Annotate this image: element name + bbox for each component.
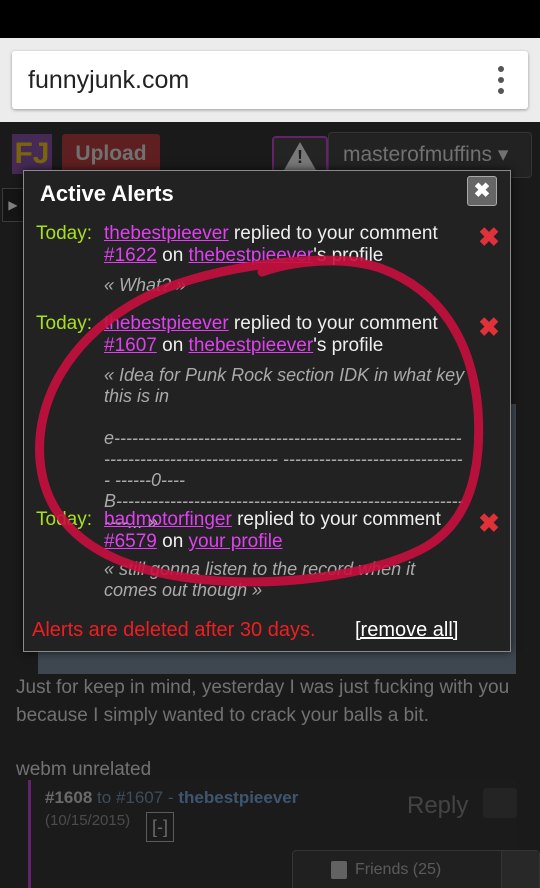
close-icon[interactable]: ✖ <box>467 176 497 206</box>
comment-id[interactable]: #1608 <box>45 788 92 807</box>
alerts-title: Active Alerts <box>40 181 174 206</box>
chevron-down-icon[interactable] <box>501 851 539 888</box>
alert-item: Today: thebestpieever replied to your co… <box>36 223 506 295</box>
comment-text: Just for keep in mind, yesterday I was j… <box>16 677 510 726</box>
browser-toolbar: funnyjunk.com <box>0 38 540 122</box>
sidebar-toggle-icon[interactable]: ▶ <box>2 188 24 222</box>
reply-button[interactable]: Reply <box>407 792 468 820</box>
url-text: funnyjunk.com <box>28 66 190 94</box>
collapse-button[interactable]: [-] <box>146 812 174 842</box>
friends-bar[interactable]: Friends (25) <box>292 850 540 888</box>
upload-button[interactable]: Upload <box>62 134 160 174</box>
alert-target-link[interactable]: thebestpieever <box>189 335 314 356</box>
comment-menu-icon[interactable] <box>483 788 517 818</box>
friends-icon <box>331 861 347 879</box>
delete-alert-icon[interactable]: ✖ <box>476 224 502 251</box>
alert-quote: « What? » <box>104 275 187 295</box>
alert-day: Today: <box>36 509 92 530</box>
status-bar <box>0 0 540 38</box>
site-logo[interactable]: FJ <box>12 134 52 174</box>
alert-user-link[interactable]: thebestpieever <box>104 223 229 244</box>
alert-comment-link[interactable]: #6579 <box>104 531 157 552</box>
alert-message: badmotorfinger replied to your comment #… <box>104 509 441 552</box>
alert-target-link[interactable]: your profile <box>189 531 283 552</box>
alert-target-link[interactable]: thebestpieever <box>189 245 314 266</box>
address-bar[interactable]: funnyjunk.com <box>12 51 528 109</box>
alert-quote: « still gonna listen to the record when … <box>104 559 421 600</box>
browser-menu-icon[interactable] <box>496 66 506 96</box>
alert-comment-link[interactable]: #1622 <box>104 245 157 266</box>
delete-alert-icon[interactable]: ✖ <box>476 510 502 537</box>
alert-comment-link[interactable]: #1607 <box>104 335 157 356</box>
alert-day: Today: <box>36 313 92 334</box>
username: masterofmuffins <box>343 143 492 166</box>
alert-item: Today: badmotorfinger replied to your co… <box>36 509 506 609</box>
delete-alert-icon[interactable]: ✖ <box>476 314 502 341</box>
remove-all-link[interactable]: [remove all] <box>355 619 458 642</box>
alert-item: Today: thebestpieever replied to your co… <box>36 313 506 532</box>
alert-quote: « Idea for Punk Rock section IDK in what… <box>104 365 465 532</box>
alert-user-link[interactable]: badmotorfinger <box>104 509 232 530</box>
comment-user-link[interactable]: thebestpieever <box>178 788 298 807</box>
alert-day: Today: <box>36 223 92 244</box>
comment-date: (10/15/2015) <box>45 812 131 829</box>
parent-comment-link[interactable]: #1607 <box>116 788 163 807</box>
alert-user-link[interactable]: thebestpieever <box>104 313 229 334</box>
alert-message: thebestpieever replied to your comment #… <box>104 313 438 356</box>
alert-message: thebestpieever replied to your comment #… <box>104 223 438 266</box>
friends-label: Friends (25) <box>355 861 442 878</box>
alerts-retention-note: Alerts are deleted after 30 days. <box>32 619 316 641</box>
active-alerts-popup: Active Alerts ✖ Today: thebestpieever re… <box>23 170 511 652</box>
